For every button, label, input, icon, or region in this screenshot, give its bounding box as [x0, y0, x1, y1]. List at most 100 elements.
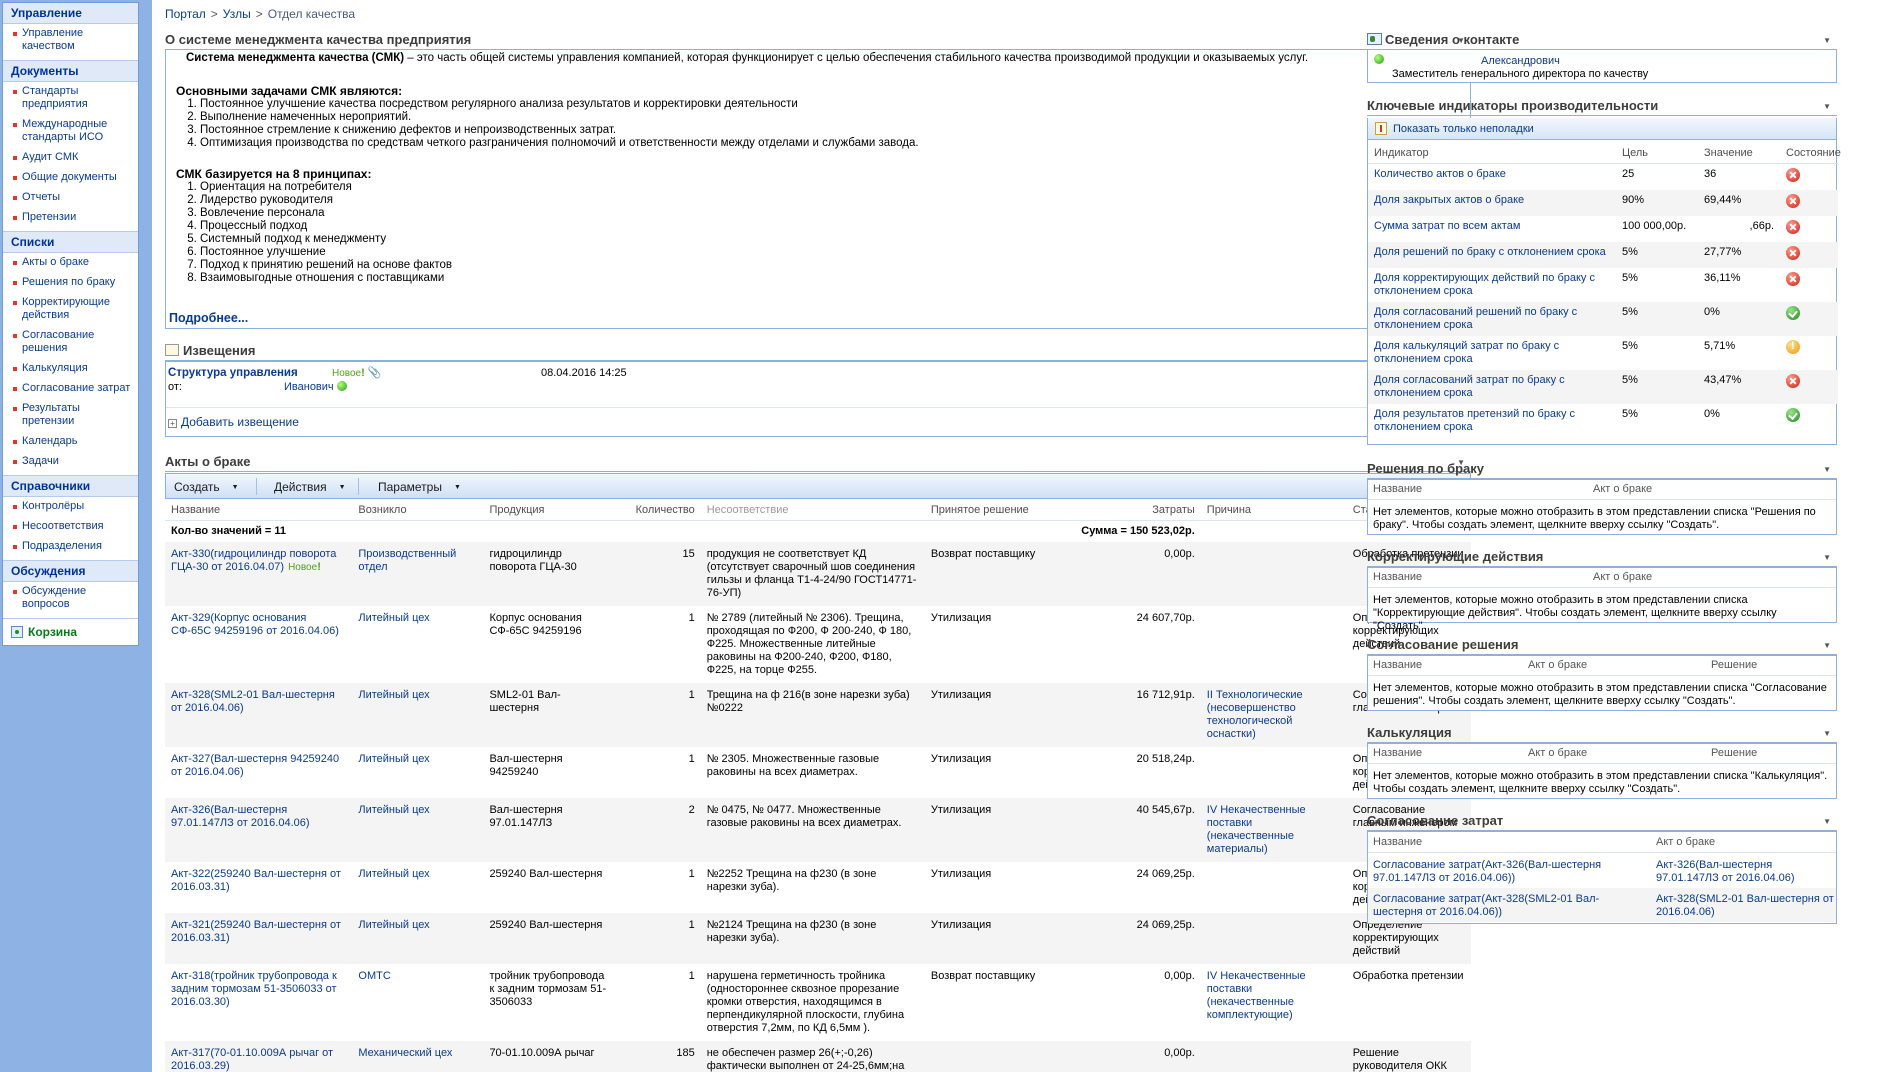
act-origin-link[interactable]: Литейный цех — [358, 868, 429, 880]
kpi-name-link[interactable]: Доля результатов претензий по браку с от… — [1374, 408, 1575, 433]
webpart-menu-icon[interactable]: ▼ — [1823, 641, 1831, 650]
webpart-menu-icon[interactable]: ▼ — [1823, 102, 1831, 111]
act-origin-link[interactable]: Литейный цех — [358, 804, 429, 816]
quicklaunch-item[interactable]: Управление качеством — [3, 24, 138, 57]
kpi-name-link[interactable]: Доля закрытых актов о браке — [1374, 194, 1524, 206]
decisions-col-name[interactable]: Название — [1373, 483, 1422, 495]
quicklaunch-item[interactable]: Аудит СМК — [3, 148, 138, 168]
kpi-column-header[interactable]: Цель — [1616, 143, 1698, 164]
webpart-menu-icon[interactable]: ▼ — [1823, 36, 1831, 45]
acts-column-header[interactable]: Принятое решение — [924, 500, 1063, 521]
decisions-col-act[interactable]: Акт о браке — [1593, 483, 1652, 495]
quicklaunch-item[interactable]: Подразделения — [3, 537, 138, 557]
acts-column-header[interactable]: Несоответствие — [700, 500, 925, 521]
smk-more-link[interactable]: Подробнее... — [169, 311, 248, 325]
kpi-filter-link[interactable]: Показать только неполадки — [1393, 123, 1534, 135]
calc-col-decision[interactable]: Решение — [1711, 747, 1757, 759]
webpart-menu-icon[interactable]: ▼ — [1823, 817, 1831, 826]
quicklaunch-item[interactable]: Задачи — [3, 452, 138, 472]
breadcrumb-nodes[interactable]: Узлы — [223, 7, 251, 21]
quicklaunch-item[interactable]: Претензии — [3, 208, 138, 228]
act-name-link[interactable]: Акт-318(тройник трубопровода к задним то… — [171, 970, 337, 1008]
webpart-menu-icon[interactable]: ▼ — [1823, 465, 1831, 474]
quicklaunch-item[interactable]: Обсуждение вопросов — [3, 582, 138, 615]
act-origin-link[interactable]: Литейный цех — [358, 919, 429, 931]
kpi-name-link[interactable]: Доля согласований затрат по браку с откл… — [1374, 374, 1565, 399]
act-origin-link[interactable]: Литейный цех — [358, 753, 429, 765]
act-cause-link[interactable]: IV Некачественные поставки (некачественн… — [1207, 804, 1306, 855]
acts-column-header[interactable]: Название — [165, 500, 353, 521]
kpi-name-link[interactable]: Сумма затрат по всем актам — [1374, 220, 1520, 232]
notice-item-title[interactable]: Структура управления — [168, 367, 298, 379]
quicklaunch-item[interactable]: Контролёры — [3, 497, 138, 517]
approval-col-name[interactable]: Название — [1373, 659, 1422, 671]
quicklaunch-item[interactable]: Акты о браке — [3, 253, 138, 273]
create-menu-button[interactable]: Создать ▼ — [174, 480, 239, 494]
quicklaunch-item[interactable]: Стандарты предприятия — [3, 82, 138, 115]
costs-col-name[interactable]: Название — [1373, 836, 1422, 848]
approval-col-act[interactable]: Акт о браке — [1528, 659, 1587, 671]
params-menu-button[interactable]: Параметры ▼ — [378, 480, 461, 494]
acts-column-header[interactable]: Продукция — [483, 500, 614, 521]
kpi-column-header[interactable]: Состояние — [1780, 143, 1841, 164]
quicklaunch-item[interactable]: Международные стандарты ИСО — [3, 115, 138, 148]
quicklaunch-item[interactable]: Отчеты — [3, 188, 138, 208]
breadcrumb-portal[interactable]: Портал — [165, 7, 206, 21]
quicklaunch-item[interactable]: Несоответствия — [3, 517, 138, 537]
act-name-link[interactable]: Акт-328(SML2-01 Вал-шестерня от 2016.04.… — [171, 689, 335, 714]
quicklaunch-item[interactable]: Калькуляция — [3, 359, 138, 379]
act-name-link[interactable]: Акт-327(Вал-шестерня 94259240 от 2016.04… — [171, 753, 339, 778]
acts-column-header[interactable]: Причина — [1200, 500, 1347, 521]
quicklaunch-item[interactable]: Результаты претензии — [3, 399, 138, 432]
act-name-link[interactable]: Акт-326(Вал-шестерня 97.01.147ЛЗ от 2016… — [171, 804, 310, 829]
quicklaunch-item[interactable]: Общие документы — [3, 168, 138, 188]
cost-name-link[interactable]: Согласование затрат(Акт-328(SML2-01 Вал-… — [1373, 893, 1643, 919]
act-cause-link[interactable]: II Технологические (несовершенство техно… — [1207, 689, 1303, 740]
act-name-link[interactable]: Акт-322(259240 Вал-шестерня от 2016.03.3… — [171, 868, 341, 893]
kpi-name-link[interactable]: Доля калькуляций затрат по браку с откло… — [1374, 340, 1559, 365]
quicklaunch-item[interactable]: Решения по браку — [3, 273, 138, 293]
kpi-column-header[interactable]: Значение — [1698, 143, 1780, 164]
cost-act-link[interactable]: Акт-326(Вал-шестерня 97.01.147ЛЗ от 2016… — [1656, 859, 1834, 885]
quicklaunch-item[interactable]: Согласование затрат — [3, 379, 138, 399]
act-origin-link[interactable]: Литейный цех — [358, 612, 429, 624]
contact-name[interactable]: Александрович — [1481, 55, 1560, 67]
quicklaunch-heading[interactable]: Документы — [3, 60, 138, 82]
quicklaunch-item[interactable]: Корректирующие действия — [3, 293, 138, 326]
acts-column-header[interactable]: Затраты — [1062, 500, 1201, 521]
corrective-col-act[interactable]: Акт о браке — [1593, 571, 1652, 583]
actions-menu-button[interactable]: Действия ▼ — [274, 480, 346, 494]
calc-col-act[interactable]: Акт о браке — [1528, 747, 1587, 759]
quicklaunch-item[interactable]: Календарь — [3, 432, 138, 452]
quicklaunch-heading[interactable]: Обсуждения — [3, 560, 138, 582]
webpart-menu-icon[interactable]: ▼ — [1823, 553, 1831, 562]
acts-column-header[interactable]: Возникло — [352, 500, 484, 521]
kpi-name-link[interactable]: Доля решений по браку с отклонением срок… — [1374, 246, 1606, 258]
quicklaunch-item[interactable]: Согласование решения — [3, 326, 138, 359]
quicklaunch-heading[interactable]: Управление — [3, 3, 138, 24]
act-cause-link[interactable]: IV Некачественные поставки (некачественн… — [1207, 970, 1306, 1021]
act-origin-link[interactable]: Производственный отдел — [358, 548, 456, 573]
quicklaunch-heading[interactable]: Списки — [3, 231, 138, 253]
recycle-bin-link[interactable]: Корзина — [3, 618, 138, 645]
act-name-link[interactable]: Акт-321(259240 Вал-шестерня от 2016.03.3… — [171, 919, 341, 944]
costs-col-act[interactable]: Акт о браке — [1656, 836, 1715, 848]
act-origin-link[interactable]: ОМТС — [358, 970, 390, 982]
corrective-col-name[interactable]: Название — [1373, 571, 1422, 583]
add-notice-link[interactable]: + Добавить извещение — [168, 415, 299, 429]
act-origin-link[interactable]: Механический цех — [358, 1047, 452, 1059]
cost-name-link[interactable]: Согласование затрат(Акт-326(Вал-шестерня… — [1373, 859, 1643, 885]
webpart-menu-icon[interactable]: ▼ — [1823, 729, 1831, 738]
calc-col-name[interactable]: Название — [1373, 747, 1422, 759]
act-origin-link[interactable]: Литейный цех — [358, 689, 429, 701]
kpi-name-link[interactable]: Доля согласований решений по браку с отк… — [1374, 306, 1577, 331]
approval-col-decision[interactable]: Решение — [1711, 659, 1757, 671]
act-name-link[interactable]: Акт-317(70-01.10.009А рычаг от 2016.03.2… — [171, 1047, 333, 1072]
cost-act-link[interactable]: Акт-328(SML2-01 Вал-шестерня от 2016.04.… — [1656, 893, 1834, 919]
acts-column-header[interactable]: Количество — [613, 500, 701, 521]
quicklaunch-heading[interactable]: Справочники — [3, 475, 138, 497]
kpi-name-link[interactable]: Доля корректирующих действий по браку с … — [1374, 272, 1595, 297]
act-name-link[interactable]: Акт-329(Корпус основания СФ-65С 94259196… — [171, 612, 339, 637]
notice-author-link[interactable]: Иванович — [284, 381, 334, 393]
kpi-name-link[interactable]: Количество актов о браке — [1374, 168, 1506, 180]
